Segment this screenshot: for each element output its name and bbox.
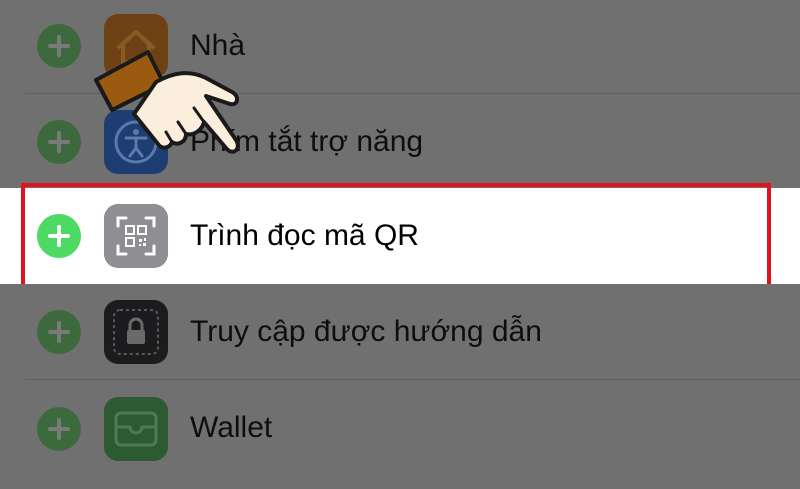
add-control-button[interactable] [37,24,81,68]
add-control-button[interactable] [37,120,81,164]
wallet-app-icon [104,396,168,461]
control-row-wallet[interactable]: Wallet [0,380,800,489]
pointing-hand-icon [94,50,240,154]
qr-scanner-app-icon [104,204,168,268]
control-label: Truy cập được hướng dẫn [190,315,542,348]
control-row-guided-access[interactable]: Truy cập được hướng dẫn [0,284,800,380]
add-control-button[interactable] [37,310,81,354]
control-label: Trình đọc mã QR [190,219,419,252]
add-control-button[interactable] [37,214,81,258]
guided-access-app-icon [104,300,168,364]
add-control-button[interactable] [37,406,81,451]
control-row-qr-reader[interactable]: Trình đọc mã QR [0,188,800,284]
control-label: Wallet [190,411,273,444]
